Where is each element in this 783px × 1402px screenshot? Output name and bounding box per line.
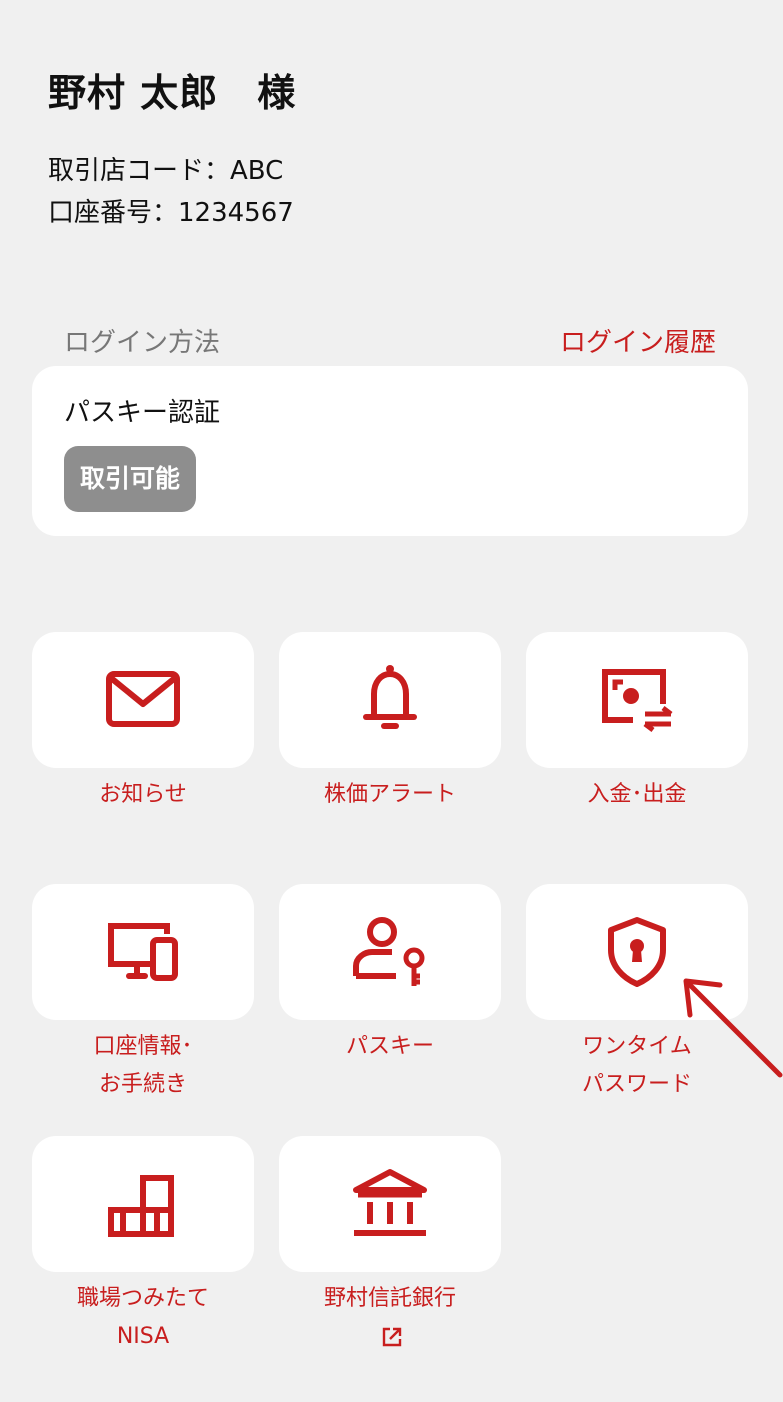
account-number: 口座番号：1234567 [48,198,294,228]
bank-icon [353,1169,427,1236]
notifications-tile[interactable] [32,632,254,768]
auth-method-card: パスキー認証 取引可能 [32,366,748,536]
deposit-withdraw-tile[interactable] [526,632,748,768]
deposit-withdraw-label: 入金･出金 [587,782,687,807]
notifications-label: お知らせ [99,782,187,807]
trust-bank-label: 野村信託銀行 [279,1280,501,1356]
passkey-tile[interactable] [279,884,501,1020]
workplace-nisa-tile[interactable] [32,1136,254,1272]
login-method-label: ログイン方法 [64,328,221,358]
annotation-arrow-icon [683,978,783,1078]
branch-code: 取引店コード：ABC [48,156,284,186]
trust-bank-tile[interactable] [279,1136,501,1272]
status-badge: 取引可能 [64,446,197,512]
external-link-icon [382,1327,402,1347]
auth-method-name: パスキー認証 [64,398,221,428]
passkey-label: パスキー [345,1034,434,1059]
user-key-icon [353,917,425,986]
stock-alert-label: 株価アラート [323,782,456,807]
user-name: 野村 太郎 様 [48,71,297,115]
blocks-icon [108,1175,174,1237]
shield-lock-icon [608,917,666,987]
workplace-nisa-label: 職場つみたて NISA [76,1286,209,1349]
money-transfer-icon [602,669,673,732]
devices-icon [108,923,178,981]
account-info-tile[interactable] [32,884,254,1020]
stock-alert-tile[interactable] [279,632,501,768]
login-history-link[interactable]: ログイン履歴 [560,322,716,359]
bell-icon [363,665,417,729]
mail-icon [106,671,180,727]
account-info-label: 口座情報･ お手続き [93,1034,193,1097]
